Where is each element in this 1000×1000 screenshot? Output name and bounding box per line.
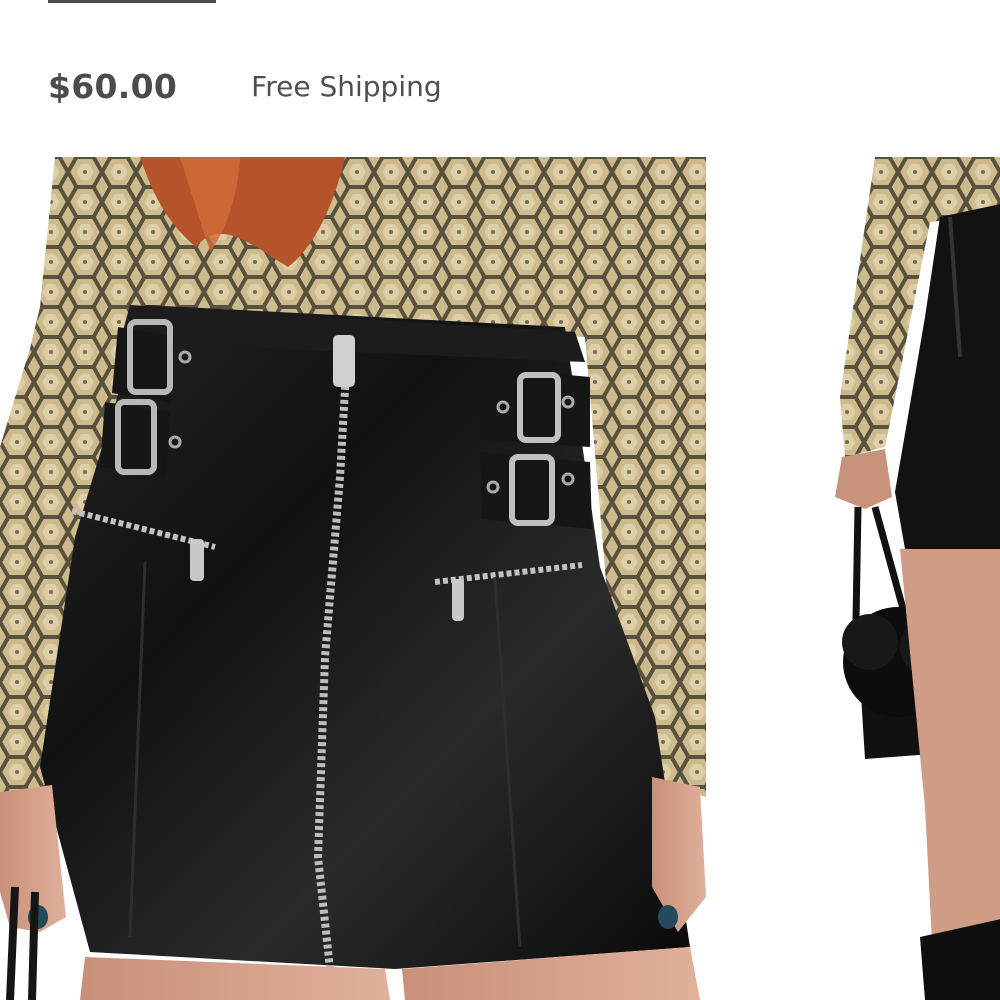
skirt-front-illustration <box>0 157 706 1000</box>
product-image-side[interactable] <box>830 157 1000 1000</box>
product-image-front[interactable] <box>0 157 706 1000</box>
product-price: $60.00 <box>48 66 178 106</box>
price-row: $60.00 Free Shipping <box>48 64 442 108</box>
skirt-side-illustration <box>830 157 1000 1000</box>
active-tab-indicator <box>48 0 216 3</box>
product-page: $60.00 Free Shipping <box>0 0 1000 1000</box>
shipping-label: Free Shipping <box>251 69 442 103</box>
product-image-carousel[interactable] <box>0 157 1000 1000</box>
